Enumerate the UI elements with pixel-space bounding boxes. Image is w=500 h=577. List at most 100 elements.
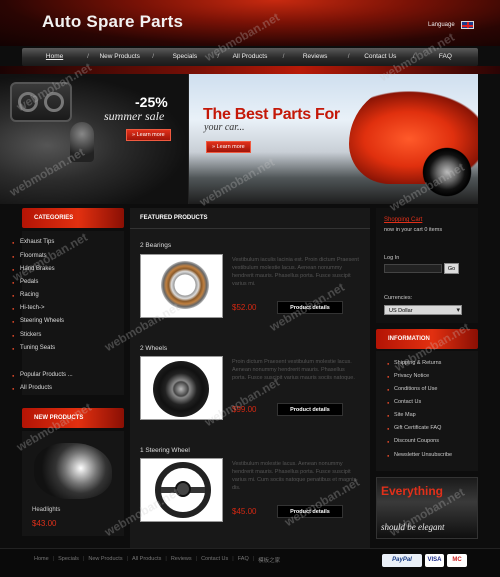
info-privacy-notice[interactable]: Privacy Notice bbox=[387, 373, 429, 379]
info-gift-certificate-faq[interactable]: Gift Certificate FAQ bbox=[387, 425, 441, 431]
categories-heading: CATEGORIES bbox=[22, 208, 124, 228]
nav-contact-us[interactable]: Contact Us bbox=[348, 48, 413, 66]
nav-home[interactable]: Home bbox=[22, 48, 87, 66]
best-parts-subtitle: your car... bbox=[204, 122, 245, 133]
product-name-wheels[interactable]: 2 Wheels bbox=[140, 345, 167, 352]
new-product-card[interactable]: Headlights $43.00 bbox=[22, 431, 124, 536]
language-label: Language bbox=[428, 22, 455, 28]
info-contact-us[interactable]: Contact Us bbox=[387, 399, 421, 405]
main-nav: Home New Products Specials All Products … bbox=[22, 48, 478, 66]
footer-link-home[interactable]: Home bbox=[34, 556, 49, 564]
new-product-name[interactable]: Headlights bbox=[32, 507, 60, 513]
elegant-promo-banner[interactable]: Everything should be elegant bbox=[376, 477, 478, 539]
footer-link-specials[interactable]: Specials bbox=[58, 556, 79, 564]
nav-glow-divider bbox=[0, 66, 500, 74]
footer-link-reviews[interactable]: Reviews bbox=[171, 556, 192, 564]
summer-sale-banner[interactable]: -25% summer sale » Learn more bbox=[0, 74, 188, 204]
shopping-cart-link[interactable]: Shopping Cart bbox=[384, 217, 422, 223]
info-shipping-returns[interactable]: Shipping & Returns bbox=[387, 360, 441, 366]
footer-link-contact-us[interactable]: Contact Us bbox=[201, 556, 228, 564]
footer-separator: | bbox=[165, 556, 167, 562]
info-site-map[interactable]: Site Map bbox=[387, 412, 416, 418]
login-go-button[interactable]: Go bbox=[444, 263, 459, 274]
sale-text: summer sale bbox=[104, 109, 165, 123]
category-all-products[interactable]: All Products bbox=[12, 385, 52, 391]
currency-select[interactable]: US Dollar bbox=[384, 305, 462, 315]
nav-all-products[interactable]: All Products bbox=[217, 48, 282, 66]
footer-link-templates[interactable]: 模板之家 bbox=[258, 556, 280, 564]
product-desc-wheels: Proin dictum Praesent vestibulum molesti… bbox=[232, 359, 355, 381]
uk-flag-icon[interactable] bbox=[461, 21, 474, 29]
info-conditions-of-use[interactable]: Conditions of Use bbox=[387, 386, 437, 392]
category-popular-products[interactable]: Popular Products ... bbox=[12, 372, 73, 378]
category-exhaust-tips[interactable]: Exhaust Tips bbox=[12, 239, 54, 245]
sale-learn-more-button[interactable]: » Learn more bbox=[126, 129, 171, 141]
product-image-wheels[interactable] bbox=[140, 356, 223, 420]
product-name-steering-wheel[interactable]: 1 Steering Wheel bbox=[140, 447, 190, 454]
featured-products-heading: FEATURED PRODUCTS bbox=[140, 215, 208, 221]
product-name-bearings[interactable]: 2 Bearings bbox=[140, 242, 171, 249]
product-desc-bearings: Vestibulum iaculis lacinia est. Proin di… bbox=[232, 257, 359, 287]
product-details-button[interactable]: Product details bbox=[277, 403, 343, 416]
car-tire-image bbox=[419, 144, 475, 200]
product-price-wheels: $99.00 bbox=[232, 405, 257, 414]
category-hi-tech[interactable]: Hi-tech-> bbox=[12, 305, 44, 311]
footer-link-new-products[interactable]: New Products bbox=[88, 556, 122, 564]
parts-learn-more-button[interactable]: » Learn more bbox=[206, 141, 251, 153]
category-racing[interactable]: Racing bbox=[12, 292, 39, 298]
footer-separator: | bbox=[126, 556, 129, 562]
product-image-bearings[interactable] bbox=[140, 254, 223, 318]
currencies-label: Currencies: bbox=[384, 295, 413, 301]
product-details-button[interactable]: Product details bbox=[277, 301, 343, 314]
information-heading: INFORMATION bbox=[376, 329, 478, 349]
info-newsletter-unsubscribe[interactable]: Newsletter Unsubscribe bbox=[387, 452, 452, 458]
category-steering-wheels[interactable]: Steering Wheels bbox=[12, 318, 64, 324]
steering-hub-graphic bbox=[175, 481, 191, 497]
nav-new-products[interactable]: New Products bbox=[87, 48, 152, 66]
payment-methods: PayPal VISA MC bbox=[382, 554, 467, 567]
product-price-steering-wheel: $45.00 bbox=[232, 507, 257, 516]
footer-separator: | bbox=[195, 556, 198, 562]
gear-shifter-image bbox=[70, 122, 94, 162]
cart-status-text: now in your cart 0 items bbox=[384, 227, 443, 233]
footer-separator: | bbox=[82, 556, 85, 562]
footer-separator: | bbox=[252, 556, 255, 562]
featured-divider bbox=[130, 228, 370, 229]
footer-separator: | bbox=[52, 556, 55, 562]
car-console-image bbox=[10, 82, 72, 122]
page: Auto Spare Parts Language Home New Produ… bbox=[0, 0, 500, 577]
product-desc-steering-wheel: Vestibulum molestie lacus. Aenean nonumm… bbox=[232, 461, 357, 491]
category-hand-brakes[interactable]: Hand Brakes bbox=[12, 266, 55, 272]
promo-tagline: should be elegant bbox=[381, 522, 445, 532]
sale-percent: -25% bbox=[135, 94, 168, 110]
product-details-button[interactable]: Product details bbox=[277, 505, 343, 518]
product-price-bearings: $52.00 bbox=[232, 303, 257, 312]
best-parts-banner[interactable]: The Best Parts For your car... » Learn m… bbox=[188, 74, 478, 204]
nav-specials[interactable]: Specials bbox=[152, 48, 217, 66]
wheel-graphic bbox=[153, 361, 209, 417]
category-pedals[interactable]: Pedals bbox=[12, 279, 39, 285]
headlight-image[interactable] bbox=[34, 443, 112, 499]
footer-separator: | bbox=[232, 556, 234, 562]
category-tuning-seats[interactable]: Tuning Seats bbox=[12, 345, 55, 351]
category-stickers[interactable]: Stickers bbox=[12, 332, 41, 338]
footer-link-all-products[interactable]: All Products bbox=[132, 556, 161, 564]
paypal-icon: PayPal bbox=[382, 554, 422, 567]
bearing-graphic bbox=[161, 261, 209, 309]
login-label: Log In bbox=[384, 255, 400, 261]
footer-links: Home | Specials | New Products | All Produc… bbox=[34, 556, 280, 564]
header: Auto Spare Parts Language bbox=[0, 0, 500, 46]
product-image-steering-wheel[interactable] bbox=[140, 458, 223, 522]
login-input[interactable] bbox=[384, 264, 442, 273]
new-products-heading: NEW PRODUCTS bbox=[22, 408, 124, 428]
site-logo[interactable]: Auto Spare Parts bbox=[42, 12, 183, 32]
mastercard-icon: MC bbox=[447, 554, 467, 567]
nav-home-label: Home bbox=[45, 53, 64, 60]
nav-faq[interactable]: FAQ bbox=[413, 48, 478, 66]
visa-icon: VISA bbox=[425, 554, 444, 567]
promo-headline: Everything bbox=[381, 484, 444, 498]
footer-link-faq[interactable]: FAQ bbox=[238, 556, 249, 564]
info-discount-coupons[interactable]: Discount Coupons bbox=[387, 438, 439, 444]
category-floormats[interactable]: Floormats bbox=[12, 253, 47, 259]
nav-reviews[interactable]: Reviews bbox=[283, 48, 348, 66]
